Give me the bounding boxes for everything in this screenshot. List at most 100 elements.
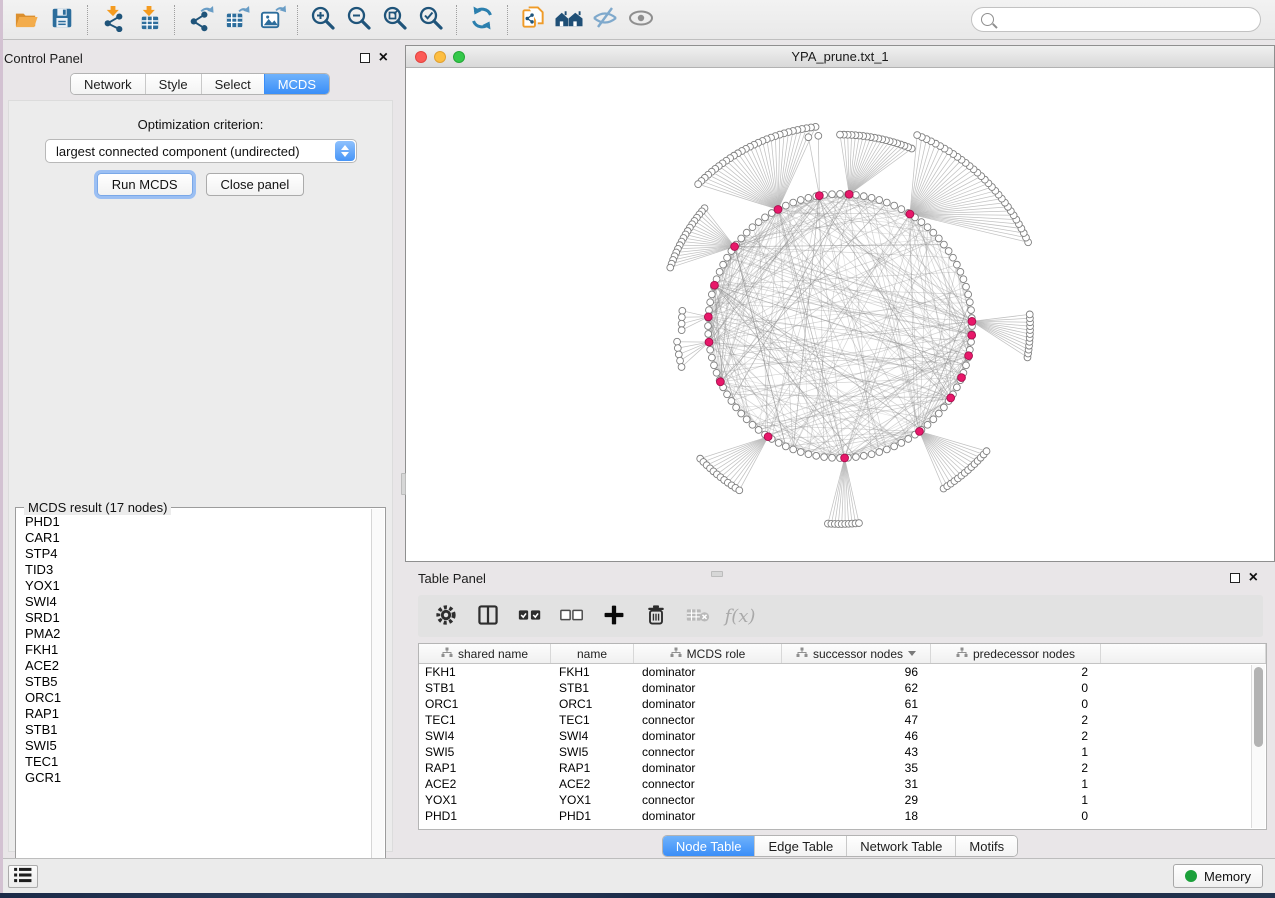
dropdown-stepper-icon <box>335 141 355 161</box>
mcds-result-item[interactable]: RAP1 <box>25 706 371 722</box>
table-row[interactable]: ORC1ORC1dominator610 <box>419 696 1266 712</box>
table-row[interactable]: FKH1FKH1dominator962 <box>419 664 1266 680</box>
table-row[interactable]: SWI4SWI4dominator462 <box>419 728 1266 744</box>
table-cell: 62 <box>782 680 931 696</box>
column-header-predecessor-nodes[interactable]: predecessor nodes <box>931 644 1101 663</box>
zoom-selected-icon <box>417 4 445 35</box>
export-image-button[interactable] <box>254 3 290 37</box>
table-row[interactable]: YOX1YOX1connector291 <box>419 792 1266 808</box>
table-row[interactable]: RAP1RAP1dominator352 <box>419 760 1266 776</box>
hide-selected-button[interactable] <box>587 3 623 37</box>
delete-column-button[interactable] <box>642 602 670 630</box>
criterion-dropdown[interactable]: largest connected component (undirected) <box>45 139 357 163</box>
table-cell-filler <box>1101 776 1266 792</box>
save-session-button[interactable] <box>44 3 80 37</box>
zoom-in-icon <box>309 4 337 35</box>
table-scrollbar-thumb[interactable] <box>1254 667 1263 747</box>
zoom-fit-button[interactable] <box>377 3 413 37</box>
vertical-splitter-grip[interactable] <box>401 473 406 495</box>
table-cell: RAP1 <box>419 760 551 776</box>
table-row[interactable]: ACE2ACE2connector311 <box>419 776 1266 792</box>
table-row[interactable]: SWI5SWI5connector431 <box>419 744 1266 760</box>
mcds-result-item[interactable]: STP4 <box>25 546 371 562</box>
float-panel-icon[interactable] <box>360 53 370 63</box>
memory-label: Memory <box>1204 869 1251 884</box>
close-panel-button[interactable]: Close panel <box>206 173 305 196</box>
float-table-panel-icon[interactable] <box>1230 573 1240 583</box>
mcds-result-item[interactable]: STB5 <box>25 674 371 690</box>
column-header-successor-nodes[interactable]: successor nodes <box>782 644 931 663</box>
delete-table-button[interactable] <box>684 602 712 630</box>
run-mcds-button[interactable]: Run MCDS <box>97 173 193 196</box>
zoom-in-button[interactable] <box>305 3 341 37</box>
tab-style[interactable]: Style <box>145 74 201 94</box>
export-table-button[interactable] <box>218 3 254 37</box>
node-table-header: shared name name MCDS role successor nod… <box>419 644 1266 664</box>
mcds-result-list[interactable]: PHD1CAR1STP4TID3YOX1SWI4SRD1PMA2FKH1ACE2… <box>16 514 371 876</box>
mcds-result-item[interactable]: CAR1 <box>25 530 371 546</box>
close-panel-icon[interactable]: × <box>379 53 388 63</box>
select-all-button[interactable] <box>516 602 544 630</box>
mcds-result-item[interactable]: PHD1 <box>25 514 371 530</box>
function-builder-button[interactable]: f(x) <box>726 602 754 630</box>
show-columns-button[interactable] <box>474 602 502 630</box>
table-cell: 61 <box>782 696 931 712</box>
table-cell: 0 <box>931 680 1101 696</box>
table-scrollbar[interactable] <box>1251 665 1265 828</box>
tab-edge-table[interactable]: Edge Table <box>754 836 846 856</box>
network-canvas[interactable] <box>406 68 1274 561</box>
task-history-button[interactable] <box>8 865 38 888</box>
export-network-button[interactable] <box>182 3 218 37</box>
mcds-result-item[interactable]: YOX1 <box>25 578 371 594</box>
zoom-out-button[interactable] <box>341 3 377 37</box>
import-table-button[interactable] <box>131 3 167 37</box>
table-panel: Table Panel × f(x) shared name <box>405 565 1275 858</box>
mcds-result-item[interactable]: STB1 <box>25 722 371 738</box>
show-all-button[interactable] <box>623 3 659 37</box>
table-cell: RAP1 <box>551 760 634 776</box>
tab-network-table[interactable]: Network Table <box>846 836 955 856</box>
table-cell: ACE2 <box>551 776 634 792</box>
import-network-button[interactable] <box>95 3 131 37</box>
mcds-result-item[interactable]: ACE2 <box>25 658 371 674</box>
tab-node-table[interactable]: Node Table <box>663 836 755 856</box>
zoom-selected-button[interactable] <box>413 3 449 37</box>
table-cell: SWI5 <box>551 744 634 760</box>
mcds-result-item[interactable]: TEC1 <box>25 754 371 770</box>
first-neighbors-button[interactable] <box>551 3 587 37</box>
mcds-result-item[interactable]: SWI5 <box>25 738 371 754</box>
network-titlebar[interactable]: YPA_prune.txt_1 <box>406 46 1274 68</box>
column-header-name[interactable]: name <box>551 644 634 663</box>
duplicate-network-button[interactable] <box>515 3 551 37</box>
tab-mcds[interactable]: MCDS <box>264 74 329 94</box>
tab-network[interactable]: Network <box>71 74 145 94</box>
table-row[interactable]: STB1STB1dominator620 <box>419 680 1266 696</box>
memory-button[interactable]: Memory <box>1173 864 1263 888</box>
search-input[interactable] <box>1000 12 1251 27</box>
table-cell: dominator <box>634 728 782 744</box>
mcds-result-item[interactable]: GCR1 <box>25 770 371 786</box>
column-header-shared-name[interactable]: shared name <box>419 644 551 663</box>
close-table-panel-icon[interactable]: × <box>1249 573 1258 583</box>
tab-motifs[interactable]: Motifs <box>955 836 1017 856</box>
table-cell: 47 <box>782 712 931 728</box>
mcds-result-scrollbar[interactable] <box>371 509 384 877</box>
add-column-button[interactable] <box>600 602 628 630</box>
deselect-all-button[interactable] <box>558 602 586 630</box>
mcds-result-item[interactable]: ORC1 <box>25 690 371 706</box>
table-settings-button[interactable] <box>432 602 460 630</box>
mcds-result-item[interactable]: TID3 <box>25 562 371 578</box>
mcds-result-item[interactable]: FKH1 <box>25 642 371 658</box>
main-toolbar <box>0 0 1275 40</box>
open-session-button[interactable] <box>8 3 44 37</box>
tab-select[interactable]: Select <box>201 74 264 94</box>
mcds-result-item[interactable]: SWI4 <box>25 594 371 610</box>
table-row[interactable]: PHD1PHD1dominator180 <box>419 808 1266 824</box>
refresh-button[interactable] <box>464 3 500 37</box>
mcds-result-item[interactable]: PMA2 <box>25 626 371 642</box>
column-header-mcds-role[interactable]: MCDS role <box>634 644 782 663</box>
table-cell: ORC1 <box>419 696 551 712</box>
table-row[interactable]: TEC1TEC1connector472 <box>419 712 1266 728</box>
mcds-result-item[interactable]: SRD1 <box>25 610 371 626</box>
table-cell: TEC1 <box>551 712 634 728</box>
